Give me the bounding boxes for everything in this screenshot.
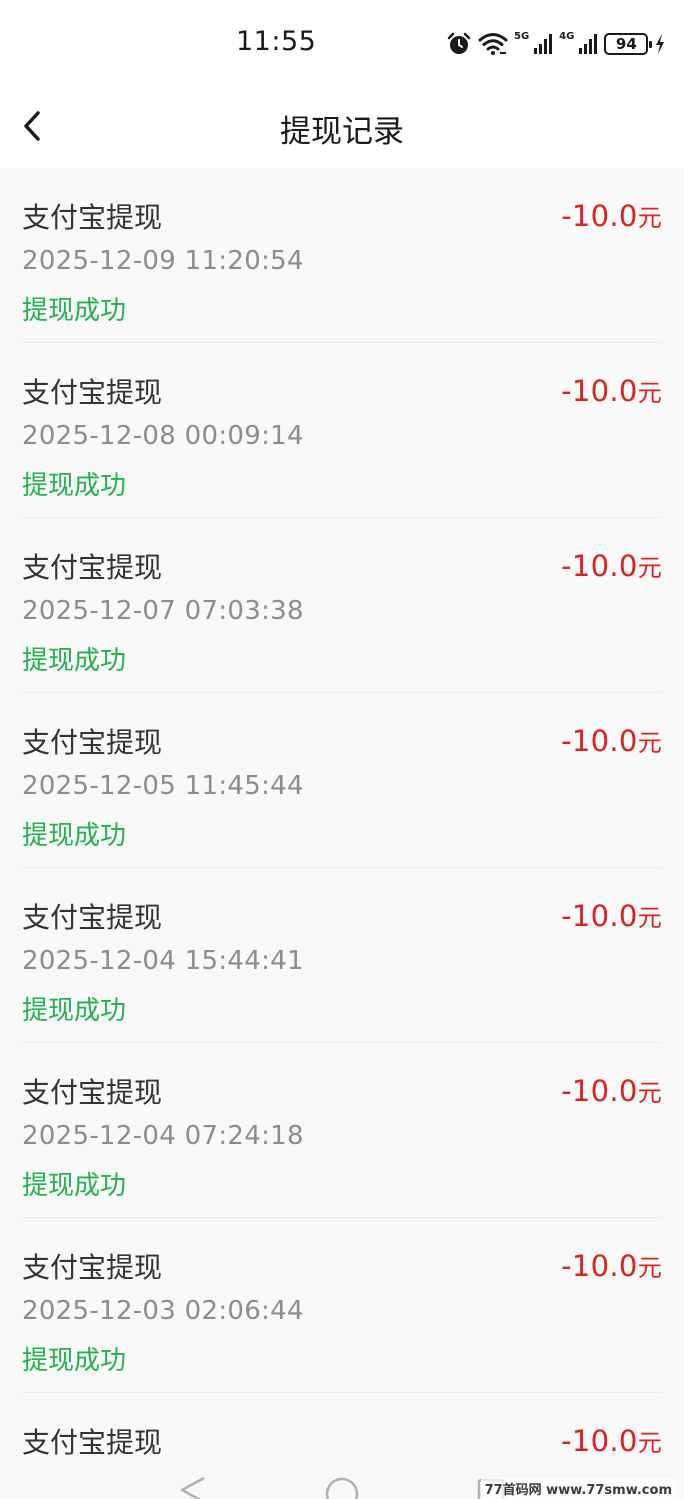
record-amount: -10.0元 bbox=[561, 898, 662, 933]
status-time: 11:55 bbox=[236, 26, 317, 57]
amount-unit: 元 bbox=[637, 729, 662, 757]
status-icons: 5G 4G 94 bbox=[446, 28, 666, 60]
record-time: 2025-12-03 02:06:44 bbox=[22, 1296, 304, 1326]
signal-icon bbox=[579, 34, 598, 54]
record-status: 提现成功 bbox=[22, 1171, 127, 1201]
amount-value: -10.0 bbox=[561, 374, 638, 408]
record-title: 支付宝提现 bbox=[22, 201, 163, 234]
alarm-icon bbox=[447, 32, 471, 54]
amount-unit: 元 bbox=[637, 204, 662, 232]
record-time: 2025-12-05 11:45:44 bbox=[22, 771, 304, 801]
watermark: 77首码网 www.77smw.com bbox=[480, 1478, 676, 1499]
wifi-icon bbox=[478, 33, 508, 55]
record-status: 提现成功 bbox=[22, 821, 127, 851]
record-item[interactable]: 支付宝提现 2025-12-04 15:44:41 提现成功 -10.0元 bbox=[22, 868, 662, 1043]
record-title: 支付宝提现 bbox=[22, 376, 163, 409]
amount-value: -10.0 bbox=[561, 1249, 638, 1283]
status-bar: 11:55 5G 4G 94 bbox=[0, 0, 684, 88]
record-item[interactable]: 支付宝提现 2025-12-08 00:09:14 提现成功 -10.0元 bbox=[22, 343, 662, 518]
record-amount: -10.0元 bbox=[561, 1248, 662, 1283]
record-time: 2025-12-08 00:09:14 bbox=[22, 421, 304, 451]
record-amount: -10.0元 bbox=[561, 723, 662, 758]
amount-value: -10.0 bbox=[561, 1074, 638, 1108]
amount-unit: 元 bbox=[637, 1429, 662, 1457]
record-status: 提现成功 bbox=[22, 646, 127, 676]
record-item[interactable]: 支付宝提现 2025-12-04 07:24:18 提现成功 -10.0元 bbox=[22, 1043, 662, 1218]
signal-icon bbox=[534, 34, 553, 54]
record-item[interactable]: 支付宝提现 2025-12-07 07:03:38 提现成功 -10.0元 bbox=[22, 518, 662, 693]
record-time: 2025-12-09 11:20:54 bbox=[22, 246, 304, 276]
network-5g-label: 5G bbox=[514, 30, 530, 42]
screen: 11:55 5G 4G 94 提现记录 支付宝提现 2025-12-09 11:… bbox=[0, 0, 684, 1499]
record-time: 2025-12-04 15:44:41 bbox=[22, 946, 304, 976]
nav-back-icon[interactable] bbox=[178, 1476, 208, 1499]
record-title: 支付宝提现 bbox=[22, 901, 163, 934]
record-title: 支付宝提现 bbox=[22, 1251, 163, 1284]
record-amount: -10.0元 bbox=[561, 198, 662, 233]
record-time: 2025-12-04 07:24:18 bbox=[22, 1121, 304, 1151]
amount-unit: 元 bbox=[637, 1254, 662, 1282]
record-item[interactable]: 支付宝提现 -10.0元 bbox=[22, 1393, 662, 1458]
record-title: 支付宝提现 bbox=[22, 726, 163, 759]
charging-bolt-icon bbox=[656, 34, 665, 54]
record-amount: -10.0元 bbox=[561, 1073, 662, 1108]
record-status: 提现成功 bbox=[22, 996, 127, 1026]
system-nav-bar: 77首码网 www.77smw.com bbox=[0, 1458, 684, 1499]
record-item[interactable]: 支付宝提现 2025-12-03 02:06:44 提现成功 -10.0元 bbox=[22, 1218, 662, 1393]
record-title: 支付宝提现 bbox=[22, 1426, 163, 1458]
amount-unit: 元 bbox=[637, 1079, 662, 1107]
record-item[interactable]: 支付宝提现 2025-12-09 11:20:54 提现成功 -10.0元 bbox=[22, 168, 662, 343]
battery-indicator: 94 bbox=[604, 33, 653, 55]
record-status: 提现成功 bbox=[22, 296, 127, 326]
amount-unit: 元 bbox=[637, 904, 662, 932]
record-item[interactable]: 支付宝提现 2025-12-05 11:45:44 提现成功 -10.0元 bbox=[22, 693, 662, 868]
amount-value: -10.0 bbox=[561, 724, 638, 758]
record-amount: -10.0元 bbox=[561, 1423, 662, 1458]
record-title: 支付宝提现 bbox=[22, 1076, 163, 1109]
record-status: 提现成功 bbox=[22, 471, 127, 501]
amount-value: -10.0 bbox=[561, 549, 638, 583]
record-time: 2025-12-07 07:03:38 bbox=[22, 596, 304, 626]
battery-level: 94 bbox=[615, 35, 637, 53]
page-title: 提现记录 bbox=[280, 114, 404, 150]
amount-value: -10.0 bbox=[561, 899, 638, 933]
amount-value: -10.0 bbox=[561, 1424, 638, 1458]
nav-home-icon[interactable] bbox=[324, 1476, 360, 1499]
header: 提现记录 bbox=[0, 88, 684, 168]
network-4g-label: 4G bbox=[559, 30, 575, 42]
amount-unit: 元 bbox=[637, 379, 662, 407]
amount-value: -10.0 bbox=[561, 199, 638, 233]
record-amount: -10.0元 bbox=[561, 548, 662, 583]
record-amount: -10.0元 bbox=[561, 373, 662, 408]
withdrawal-record-list[interactable]: 支付宝提现 2025-12-09 11:20:54 提现成功 -10.0元 支付… bbox=[0, 168, 684, 1458]
record-status: 提现成功 bbox=[22, 1346, 127, 1376]
record-title: 支付宝提现 bbox=[22, 551, 163, 584]
amount-unit: 元 bbox=[637, 554, 662, 582]
